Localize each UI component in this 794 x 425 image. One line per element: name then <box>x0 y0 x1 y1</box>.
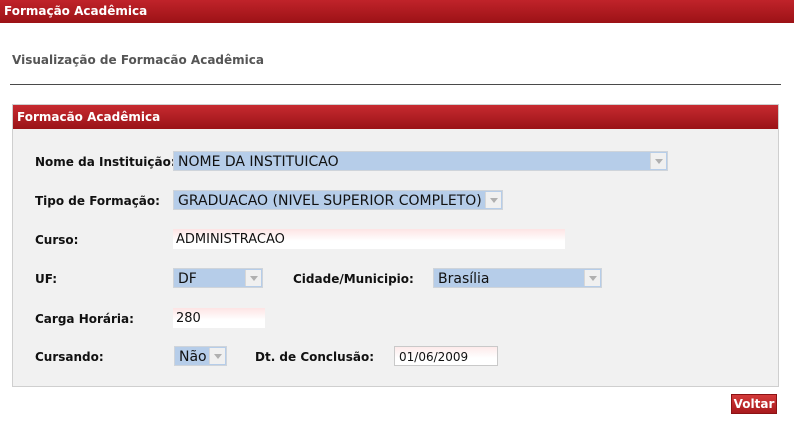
panel-title: Formacão Acadêmica <box>17 110 161 124</box>
instituicao-select[interactable]: NOME DA INSTITUICAO <box>173 151 668 171</box>
carga-value: 280 <box>176 311 201 326</box>
curso-field[interactable]: ADMINISTRACAO <box>173 229 565 249</box>
instituicao-label: Nome da Instituição: <box>35 155 176 169</box>
carga-field[interactable]: 280 <box>173 308 265 328</box>
chevron-down-icon[interactable] <box>650 153 666 169</box>
chevron-down-icon[interactable] <box>209 348 225 364</box>
cursando-select[interactable]: Não <box>174 346 227 366</box>
chevron-down-icon[interactable] <box>584 270 600 286</box>
window-title: Formação Acadêmica <box>4 4 148 18</box>
conclusao-field[interactable]: 01/06/2009 <box>394 346 498 366</box>
cidade-label: Cidade/Municipio: <box>293 272 414 286</box>
curso-label: Curso: <box>35 233 79 247</box>
chevron-down-icon[interactable] <box>485 192 501 208</box>
tipo-select[interactable]: GRADUACAO (NIVEL SUPERIOR COMPLETO) <box>173 190 503 210</box>
carga-label: Carga Horária: <box>35 312 134 326</box>
curso-value: ADMINISTRACAO <box>176 232 285 247</box>
cursando-label: Cursando: <box>35 350 104 364</box>
tipo-label: Tipo de Formação: <box>35 194 160 208</box>
instituicao-value: NOME DA INSTITUICAO <box>178 154 339 170</box>
tipo-value: GRADUACAO (NIVEL SUPERIOR COMPLETO) <box>178 193 482 209</box>
panel-header: Formacão Acadêmica <box>13 105 778 129</box>
cidade-value: Brasília <box>438 271 490 287</box>
uf-value: DF <box>178 271 197 287</box>
cidade-select[interactable]: Brasília <box>433 268 602 288</box>
back-button[interactable]: Voltar <box>731 394 777 414</box>
conclusao-value: 01/06/2009 <box>399 350 469 364</box>
form-panel: Formacão Acadêmica Nome da Instituição: … <box>12 104 779 387</box>
divider <box>10 84 781 85</box>
window-title-bar: Formação Acadêmica <box>0 0 794 23</box>
page-subtitle: Visualização de Formacão Acadêmica <box>12 53 264 67</box>
chevron-down-icon[interactable] <box>245 270 261 286</box>
uf-label: UF: <box>35 272 58 286</box>
uf-select[interactable]: DF <box>173 268 263 288</box>
conclusao-label: Dt. de Conclusão: <box>255 350 374 364</box>
cursando-value: Não <box>179 349 207 365</box>
